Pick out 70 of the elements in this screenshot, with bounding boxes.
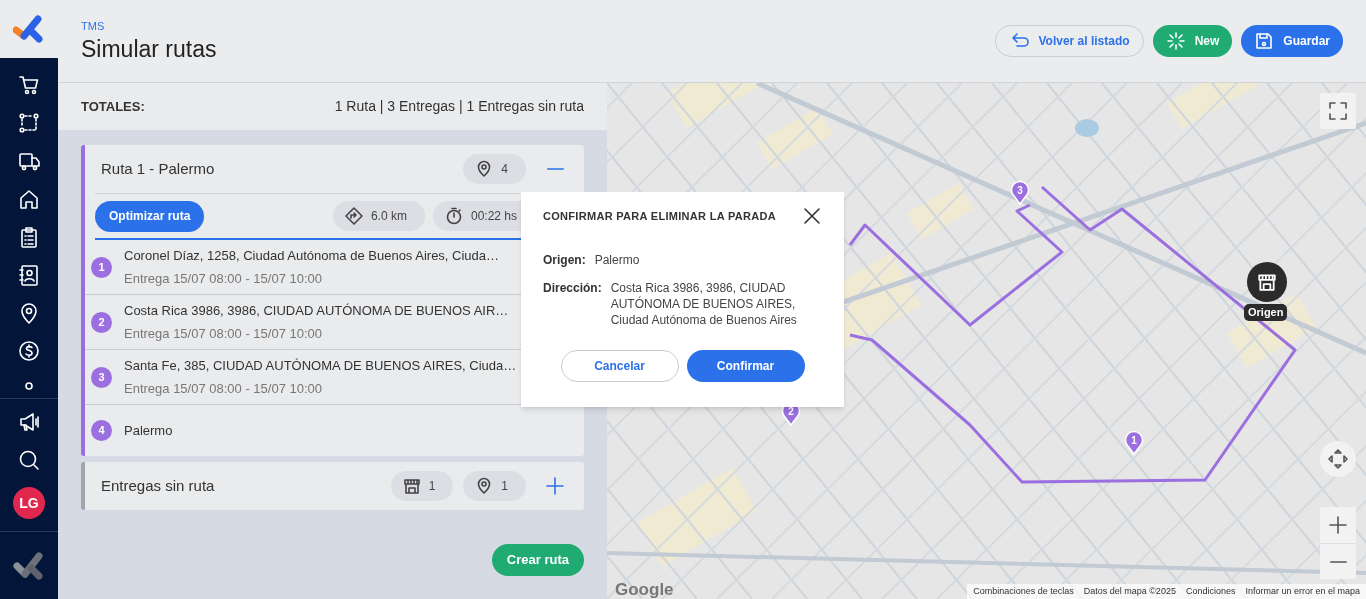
create-route-button[interactable]: Crear ruta [491, 544, 584, 576]
totals-summary: 1 Ruta | 3 Entregas | 1 Entregas sin ruta [334, 97, 584, 116]
close-icon [804, 208, 820, 224]
route-name: Entregas sin ruta [101, 475, 216, 496]
delivery-window: Entrega 15/07 08:00 - 15/07 10:00 [124, 268, 500, 288]
app-logo [13, 14, 45, 44]
sparkle-icon [1165, 31, 1186, 51]
field-value: Costa Rica 3986, 3986, CIUDAD AUTÓNOMA DE BUENOS AIRES, Ciudad Autónoma de Buenos Aires [610, 280, 798, 328]
stop-number: 4 [91, 420, 112, 441]
dollar-icon[interactable] [18, 340, 40, 362]
minus-icon [1329, 560, 1347, 563]
close-button[interactable] [802, 206, 822, 226]
warehouse-icon [1257, 272, 1277, 292]
map-marker[interactable]: 1 [1124, 430, 1144, 455]
field-label: Origen: [543, 252, 586, 268]
map-attribution-link[interactable]: Combinaciones de teclas [973, 584, 1074, 599]
map-logo: Google [615, 579, 674, 599]
plus-icon [1328, 515, 1348, 535]
contact-book-icon[interactable] [18, 264, 40, 286]
stop-address: Palermo [124, 421, 173, 440]
dialog-title: CONFIRMAR PARA ELIMINAR LA PARADA [543, 208, 776, 224]
delivery-window: Entrega 15/07 08:00 - 15/07 10:00 [124, 378, 517, 398]
zoom-in-button[interactable] [1320, 507, 1356, 543]
minus-icon [546, 168, 564, 170]
cancel-button[interactable]: Cancelar [560, 350, 679, 382]
stop-address: Santa Fe, 385, CIUDAD AUTÓNOMA DE BUENOS AIRES, Ciuda… [124, 357, 517, 375]
search-icon[interactable] [18, 449, 40, 471]
origin-label: Origen [1244, 304, 1288, 321]
warehouse-icon [402, 477, 421, 495]
field-value: Palermo [594, 252, 640, 268]
location-pin-icon[interactable] [18, 302, 40, 324]
zoom-out-button[interactable] [1320, 543, 1356, 579]
stops-count: 4 [463, 154, 526, 184]
direction-sign-icon [344, 207, 363, 225]
stop-address: Coronel Díaz, 1258, Ciudad Autónoma de Buenos Aires, Ciuda… [124, 247, 500, 265]
field-label: Dirección: [543, 280, 602, 297]
plus-icon [545, 476, 565, 496]
totals-label: TOTALES: [81, 97, 145, 116]
clipboard-icon[interactable] [18, 226, 40, 248]
map-attribution-link[interactable]: Datos del mapa ©2025 [1083, 584, 1176, 599]
stopwatch-icon [444, 207, 463, 225]
route-name: Ruta 1 - Palermo [101, 158, 216, 179]
map-attribution-link[interactable]: Informar un error en el mapa [1245, 584, 1360, 599]
megaphone-icon[interactable] [18, 411, 40, 433]
stop-address: Costa Rica 3986, 3986, CIUDAD AUTÓNOMA DE BUENOS AIR… [124, 302, 509, 320]
breadcrumb: TMS [81, 19, 106, 35]
fullscreen-icon [1328, 101, 1348, 121]
map-marker[interactable]: 3 [1010, 180, 1030, 205]
stops-count: 1 [463, 471, 526, 501]
move-arrows-icon [1327, 448, 1349, 470]
save-button[interactable]: Guardar [1241, 25, 1343, 57]
app-logo [13, 550, 45, 581]
optimize-route-button[interactable]: Optimizar ruta [95, 200, 205, 232]
stop-number: 3 [91, 366, 112, 388]
map-attribution-link[interactable]: Condiciones [1185, 584, 1236, 599]
warehouse-count: 1 [390, 471, 454, 501]
home-icon[interactable] [18, 188, 40, 210]
truck-icon[interactable] [18, 150, 40, 172]
page-title: Simular rutas [81, 34, 217, 64]
route-icon[interactable] [18, 112, 40, 134]
new-button[interactable]: New [1152, 25, 1233, 57]
distance-chip: 6.0 km [332, 201, 425, 231]
fullscreen-button[interactable] [1320, 93, 1356, 129]
back-button[interactable]: Volver al listado [995, 25, 1144, 57]
user-avatar[interactable]: LG [13, 487, 45, 519]
stop-number: 2 [91, 311, 112, 333]
cart-icon[interactable] [18, 74, 40, 96]
delivery-window: Entrega 15/07 08:00 - 15/07 10:00 [124, 323, 509, 343]
stop-number: 1 [91, 256, 112, 278]
confirm-button[interactable]: Confirmar [686, 350, 805, 382]
